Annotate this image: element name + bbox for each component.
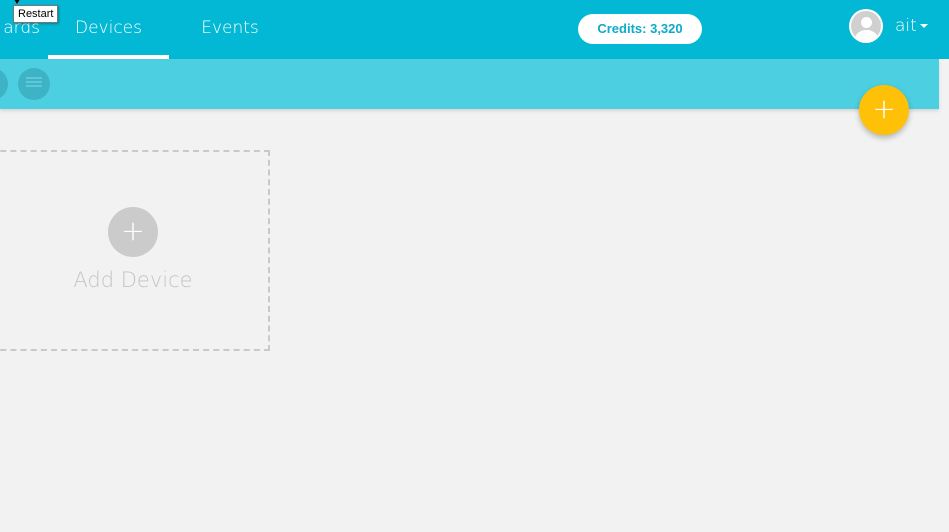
add-device-label: Add Device xyxy=(73,268,193,292)
tab-events[interactable]: Events xyxy=(180,0,280,59)
tab-devices[interactable]: Devices xyxy=(48,0,169,59)
mouse-cursor-icon xyxy=(12,0,22,4)
add-fab-button[interactable]: + xyxy=(859,85,909,135)
grid-view-icon[interactable] xyxy=(0,68,8,100)
top-navigation-bar: ards Devices Events Credits: 3,320 ait xyxy=(0,0,949,59)
plus-icon: + xyxy=(872,92,896,125)
user-name[interactable]: ait xyxy=(895,14,917,38)
add-device-plus-icon[interactable]: + xyxy=(108,207,158,257)
view-toolbar xyxy=(0,59,939,109)
restart-tooltip: Restart xyxy=(13,5,59,23)
list-view-icon[interactable] xyxy=(18,68,50,100)
caret-down-icon[interactable] xyxy=(920,24,928,28)
add-device-card[interactable]: + Add Device xyxy=(0,150,270,351)
credits-badge[interactable]: Credits: 3,320 xyxy=(578,14,702,44)
user-avatar-icon[interactable] xyxy=(849,9,883,43)
